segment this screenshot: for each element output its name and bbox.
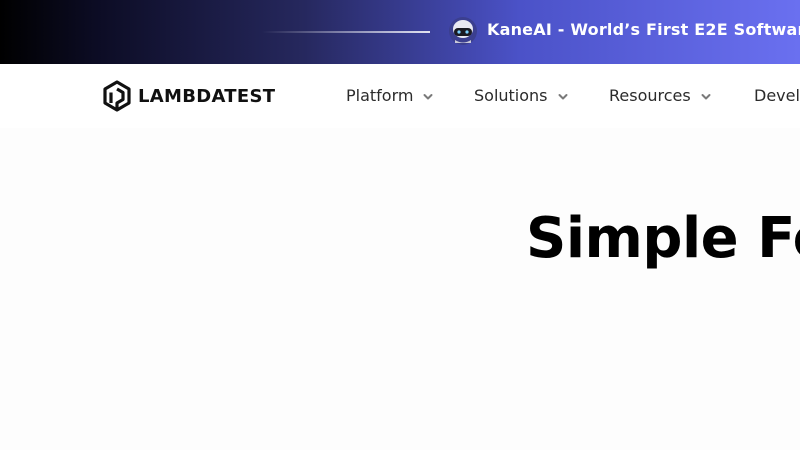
nav-solutions[interactable]: Solutions xyxy=(474,86,568,105)
chevron-down-icon xyxy=(423,93,433,99)
hero-title: Simple Fo xyxy=(526,206,800,271)
announcement-banner[interactable]: KaneAI - World’s First E2E Software T xyxy=(0,0,800,64)
nav-resources[interactable]: Resources xyxy=(609,86,711,105)
lambdatest-logo-icon xyxy=(103,80,131,112)
banner-divider-line xyxy=(262,31,430,33)
chevron-down-icon xyxy=(558,93,568,99)
logo-link[interactable]: LAMBDATEST xyxy=(102,79,275,113)
nav-resources-label: Resources xyxy=(609,86,691,105)
robot-avatar-icon xyxy=(449,17,477,45)
nav-platform[interactable]: Platform xyxy=(346,86,433,105)
banner-text[interactable]: KaneAI - World’s First E2E Software T xyxy=(487,20,800,39)
nav-solutions-label: Solutions xyxy=(474,86,548,105)
nav-developers-label: Devel xyxy=(754,86,800,105)
site-header: LAMBDATEST Platform Solutions Resources … xyxy=(0,64,800,128)
logo-text: LAMBDATEST xyxy=(138,85,276,107)
chevron-down-icon xyxy=(701,93,711,99)
nav-platform-label: Platform xyxy=(346,86,414,105)
nav-developers[interactable]: Devel xyxy=(754,86,800,105)
